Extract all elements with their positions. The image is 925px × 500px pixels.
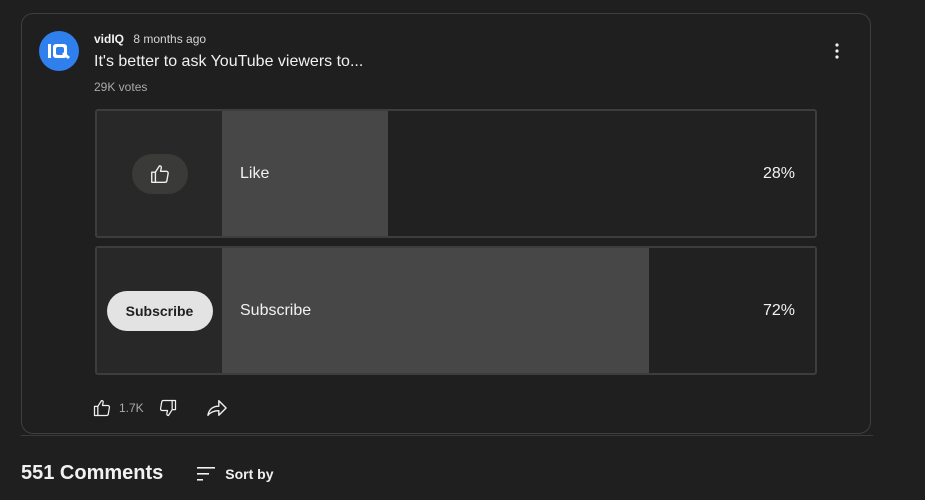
thumbs-down-icon — [159, 399, 176, 417]
post-action-bar: 1.7K — [92, 397, 228, 419]
like-button[interactable]: 1.7K — [92, 398, 144, 418]
dislike-button[interactable] — [158, 398, 178, 418]
option-percent: 72% — [762, 301, 795, 319]
thumbs-up-icon — [93, 399, 111, 417]
channel-avatar[interactable] — [39, 31, 79, 71]
comments-header: 551 Comments Sort by — [21, 462, 274, 485]
like-thumbnail-button — [131, 153, 188, 194]
sort-label: Sort by — [225, 465, 274, 482]
option-thumbnail: Subscribe — [97, 248, 222, 373]
poll-question: It's better to ask YouTube viewers to... — [94, 53, 364, 70]
thumbs-up-icon — [150, 164, 169, 183]
share-button[interactable] — [206, 398, 228, 418]
more-actions-button[interactable] — [822, 36, 852, 66]
option-thumbnail — [97, 111, 222, 236]
option-label: Like — [240, 164, 270, 182]
like-count: 1.7K — [119, 401, 144, 415]
subscribe-thumbnail-button: Subscribe — [106, 290, 213, 331]
more-vert-icon — [835, 43, 839, 59]
post-time[interactable]: 8 months ago — [133, 32, 206, 46]
sort-icon — [197, 466, 216, 481]
author-line: vidIQ 8 months ago — [94, 32, 206, 46]
option-label: Subscribe — [240, 301, 312, 319]
option-percent: 28% — [762, 164, 795, 182]
share-icon — [206, 400, 227, 416]
divider — [21, 435, 873, 436]
sort-by-button[interactable]: Sort by — [196, 465, 274, 482]
vidiq-logo-icon — [48, 44, 70, 59]
comments-count: 551 Comments — [21, 462, 164, 484]
community-post: vidIQ 8 months ago It's better to ask Yo… — [21, 13, 871, 434]
author-name[interactable]: vidIQ — [94, 32, 124, 46]
poll-option-subscribe[interactable]: Subscribe Subscribe 72% — [95, 246, 817, 375]
poll-option-like[interactable]: Like 28% — [95, 109, 817, 238]
vote-count: 29K votes — [94, 80, 148, 94]
